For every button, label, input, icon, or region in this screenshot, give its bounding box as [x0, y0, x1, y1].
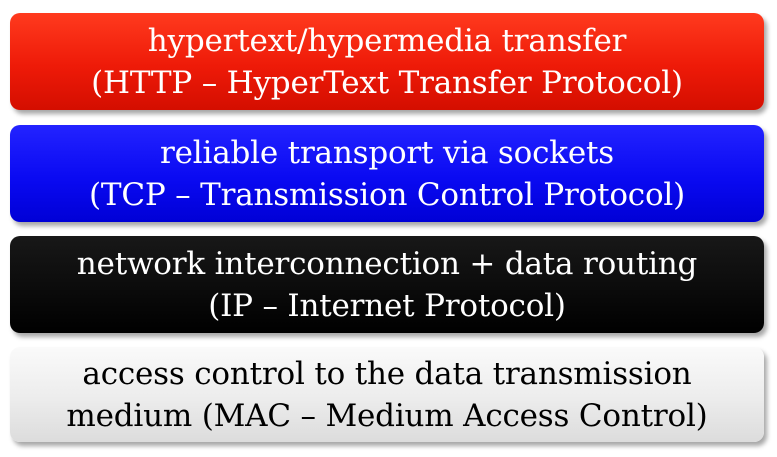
tcp-layer-protocol: (TCP – Transmission Control Protocol) [88, 176, 686, 213]
protocol-stack-diagram: hypertext/hypermedia transfer (HTTP – Hy… [0, 0, 777, 457]
ip-layer-protocol: (IP – Internet Protocol) [208, 287, 566, 324]
mac-layer-title: access control to the data transmission [82, 355, 692, 392]
http-layer-box: hypertext/hypermedia transfer (HTTP – Hy… [10, 13, 764, 110]
http-layer-protocol: (HTTP – HyperText Transfer Protocol) [91, 64, 683, 101]
tcp-layer-box: reliable transport via sockets (TCP – Tr… [10, 125, 764, 222]
mac-layer-protocol: medium (MAC – Medium Access Control) [66, 397, 708, 434]
mac-layer-box: access control to the data transmission … [10, 347, 764, 442]
http-layer-title: hypertext/hypermedia transfer [147, 22, 627, 59]
ip-layer-title: network interconnection + data routing [76, 245, 698, 282]
ip-layer-box: network interconnection + data routing (… [10, 236, 764, 333]
tcp-layer-title: reliable transport via sockets [160, 134, 614, 171]
